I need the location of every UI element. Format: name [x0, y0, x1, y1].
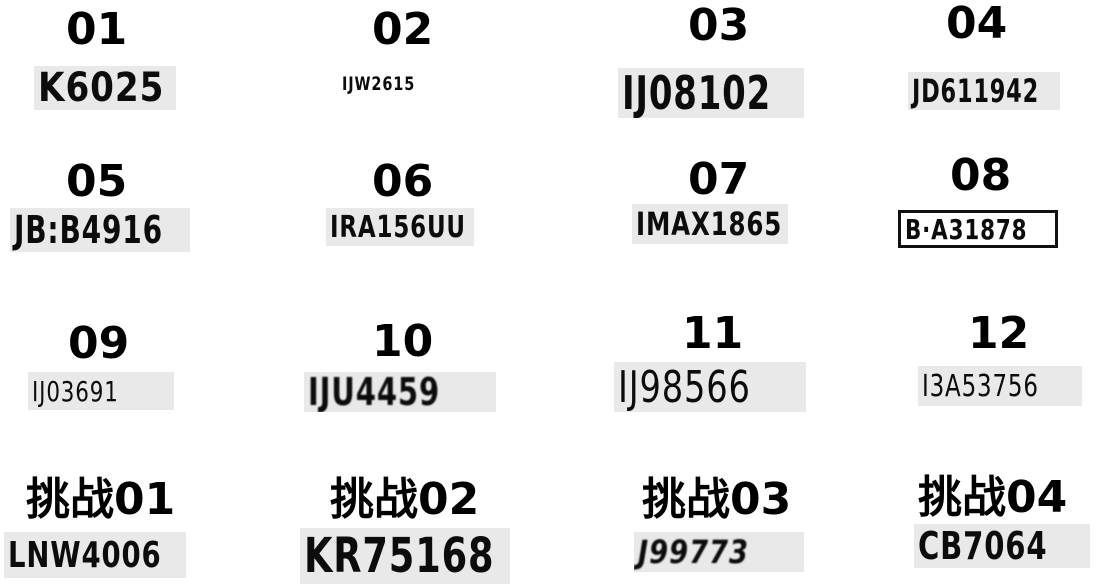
- sample-label: 挑战04: [918, 472, 1068, 523]
- plate-text: IRA156UU: [330, 209, 466, 245]
- plate-image: IJU4459: [304, 372, 496, 412]
- plate-image: IJ08102: [618, 68, 804, 118]
- plate-image: IMAX1865: [632, 204, 788, 244]
- plate-image: JB:B4916: [10, 208, 190, 252]
- sample-label: 09: [68, 318, 130, 369]
- plate-text: CB7064: [918, 524, 1048, 568]
- plate-image: J99773: [634, 532, 804, 572]
- plate-image: IJW2615: [338, 72, 464, 96]
- sample-label: 07: [688, 154, 750, 205]
- plate-image: I3A53756: [918, 366, 1082, 406]
- plate-text: IJW2615: [342, 73, 416, 95]
- plate-image: IJ98566: [614, 362, 806, 412]
- plate-text: JD611942: [912, 72, 1039, 110]
- sample-label: 03: [688, 0, 750, 51]
- sample-label: 11: [682, 308, 744, 359]
- plate-text: K6025: [38, 66, 165, 110]
- plate-image: JD611942: [908, 72, 1060, 110]
- sample-label: 08: [950, 150, 1012, 201]
- plate-image: B·A31878: [898, 210, 1058, 248]
- sample-label: 06: [372, 156, 434, 207]
- sample-label: 05: [66, 156, 128, 207]
- plate-text: LNW4006: [8, 534, 162, 576]
- plate-text: I3A53756: [922, 368, 1039, 404]
- plate-image: LNW4006: [4, 532, 186, 578]
- plate-image: IRA156UU: [326, 208, 474, 246]
- plate-image: IJ03691: [28, 372, 174, 410]
- sample-label: 挑战02: [330, 474, 480, 525]
- plate-text: IJ98566: [618, 362, 751, 412]
- sample-label: 挑战01: [26, 474, 176, 525]
- plate-text: B·A31878: [905, 212, 1028, 246]
- plate-text: KR75168: [304, 528, 495, 584]
- sample-label: 挑战03: [642, 474, 792, 525]
- sample-label: 10: [372, 316, 434, 367]
- plate-image: KR75168: [300, 528, 510, 584]
- plate-image: K6025: [34, 66, 176, 110]
- plate-text: IJU4459: [308, 372, 441, 412]
- sample-label: 01: [66, 4, 128, 55]
- plate-text: JB:B4916: [14, 208, 163, 252]
- plate-text: J99773: [638, 533, 750, 571]
- sample-label: 12: [968, 308, 1030, 359]
- plate-image: CB7064: [914, 524, 1090, 568]
- sample-label: 04: [946, 0, 1008, 49]
- sample-label: 02: [372, 4, 434, 55]
- plate-text: IMAX1865: [636, 205, 783, 243]
- plate-text: IJ08102: [622, 68, 772, 118]
- plate-text: IJ03691: [32, 374, 119, 408]
